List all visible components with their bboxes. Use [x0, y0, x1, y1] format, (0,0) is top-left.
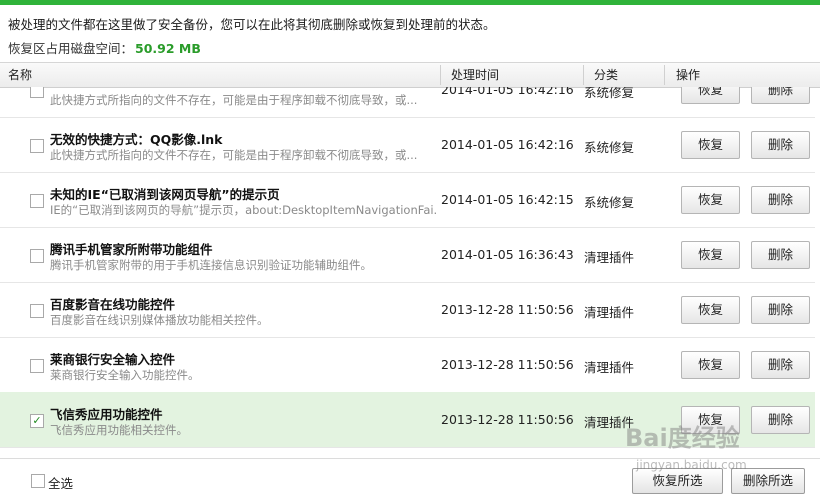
row-time: 2014-01-05 16:42:15 [441, 192, 574, 207]
disk-usage-value: 50.92 MB [135, 41, 201, 56]
row-time: 2014-01-05 16:36:43 [441, 247, 574, 262]
restore-button[interactable]: 恢复 [681, 87, 740, 104]
table-row: 莱商银行安全输入控件 莱商银行安全输入功能控件。 2013-12-28 11:5… [0, 337, 815, 393]
row-time: 2013-12-28 11:50:56 [441, 357, 574, 372]
column-header-name[interactable]: 名称 [8, 63, 32, 87]
notice-text: 被处理的文件都在这里做了安全备份，您可以在此将其彻底删除或恢复到处理前的状态。 [8, 17, 496, 32]
column-header-action: 操作 [676, 68, 701, 82]
row-checkbox[interactable] [30, 87, 44, 98]
column-divider[interactable] [664, 65, 665, 85]
row-title: 百度影音在线功能控件 [50, 297, 176, 312]
row-description: 此快捷方式所指向的文件不存在，可能是由于程序卸载不彻底导致，或... [50, 93, 418, 107]
row-description: 飞信秀应用功能相关控件。 [50, 423, 188, 437]
row-time: 2013-12-28 11:50:56 [441, 412, 574, 427]
row-checkbox[interactable]: ✓ [30, 414, 44, 428]
table-row: 无效的快捷方式：QQ影像.lnk 此快捷方式所指向的文件不存在，可能是由于程序卸… [0, 117, 815, 173]
delete-button[interactable]: 删除 [751, 406, 810, 434]
table-row: 未知的IE“已取消到该网页导航”的提示页 IE的“已取消到该网页的导航”提示页，… [0, 172, 815, 228]
table-row: 百度影音在线功能控件 百度影音在线识别媒体播放功能相关控件。 2013-12-2… [0, 282, 815, 338]
delete-button[interactable]: 删除 [751, 351, 810, 379]
row-category: 清理插件 [584, 305, 635, 320]
delete-button[interactable]: 删除 [751, 186, 810, 214]
row-title: 无效的快捷方式：QQ影像.lnk [50, 132, 223, 147]
row-checkbox[interactable] [30, 304, 44, 318]
disk-usage-label: 恢复区占用磁盘空间： [8, 41, 134, 56]
row-description: 百度影音在线识别媒体播放功能相关控件。 [50, 313, 269, 327]
restore-button[interactable]: 恢复 [681, 351, 740, 379]
restore-button[interactable]: 恢复 [681, 296, 740, 324]
top-accent-bar [0, 0, 820, 5]
restore-button[interactable]: 恢复 [681, 241, 740, 269]
row-title: 飞信秀应用功能控件 [50, 407, 163, 422]
table-row: 此快捷方式所指向的文件不存在，可能是由于程序卸载不彻底导致，或... 2014-… [0, 87, 815, 118]
column-header-category[interactable]: 分类 [594, 63, 618, 87]
row-checkbox[interactable] [30, 359, 44, 373]
row-title: 未知的IE“已取消到该网页导航”的提示页 [50, 187, 280, 202]
select-all-label[interactable]: 全选 [48, 473, 73, 492]
row-checkbox[interactable] [30, 139, 44, 153]
column-header-time[interactable]: 处理时间 [451, 63, 499, 87]
row-time: 2014-01-05 16:42:16 [441, 87, 574, 97]
row-title: 莱商银行安全输入控件 [50, 352, 176, 367]
row-time: 2014-01-05 16:42:16 [441, 137, 574, 152]
delete-button[interactable]: 删除 [751, 131, 810, 159]
row-description: 腾讯手机管家附带的用于手机连接信息识别验证功能辅助组件。 [50, 258, 372, 272]
row-checkbox[interactable] [30, 249, 44, 263]
delete-button[interactable]: 删除 [751, 87, 810, 104]
row-description: 此快捷方式所指向的文件不存在，可能是由于程序卸载不彻底导致，或... [50, 148, 418, 162]
row-description: IE的“已取消到该网页的导航”提示页，about:DesktopItemNavi… [50, 203, 438, 217]
restore-button[interactable]: 恢复 [681, 131, 740, 159]
watermark-url: jingyan.baidu.com [636, 458, 747, 472]
column-divider[interactable] [440, 65, 441, 85]
row-category: 清理插件 [584, 250, 635, 265]
table-header: 名称 处理时间 分类 操作 [0, 62, 820, 88]
row-category: 系统修复 [584, 140, 635, 155]
column-divider[interactable] [583, 65, 584, 85]
row-description: 莱商银行安全输入功能控件。 [50, 368, 200, 382]
select-all-checkbox[interactable] [31, 474, 45, 488]
disk-usage: 恢复区占用磁盘空间： 50.92 MB [8, 38, 201, 57]
row-time: 2013-12-28 11:50:56 [441, 302, 574, 317]
delete-button[interactable]: 删除 [751, 241, 810, 269]
row-category: 系统修复 [584, 87, 635, 100]
row-category: 系统修复 [584, 195, 635, 210]
restore-button[interactable]: 恢复 [681, 186, 740, 214]
row-checkbox[interactable] [30, 194, 44, 208]
table-row: 腾讯手机管家所附带功能组件 腾讯手机管家附带的用于手机连接信息识别验证功能辅助组… [0, 227, 815, 283]
row-category: 清理插件 [584, 360, 635, 375]
watermark-logo: Bai度经验 [625, 424, 740, 452]
row-title: 腾讯手机管家所附带功能组件 [50, 242, 213, 257]
backup-list: 此快捷方式所指向的文件不存在，可能是由于程序卸载不彻底导致，或... 2014-… [0, 87, 820, 457]
delete-button[interactable]: 删除 [751, 296, 810, 324]
